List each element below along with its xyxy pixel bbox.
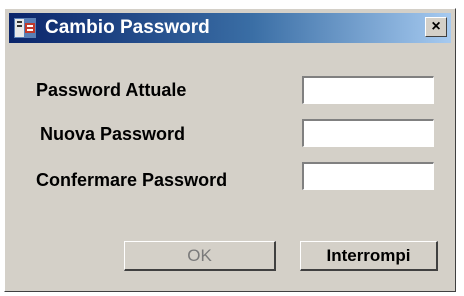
current-password-label: Password Attuale xyxy=(36,80,187,100)
confirm-password-label: Confermare Password xyxy=(36,170,228,190)
dialog-title: Cambio Password xyxy=(45,17,210,38)
new-password-field[interactable] xyxy=(302,119,434,147)
app-icon xyxy=(14,18,36,38)
confirm-password-field[interactable] xyxy=(302,162,434,190)
close-icon: × xyxy=(431,18,441,35)
cancel-button[interactable]: Interrompi xyxy=(300,241,438,271)
new-password-label: Nuova Password xyxy=(40,124,186,144)
current-password-field[interactable] xyxy=(302,76,434,104)
title-bar[interactable]: Cambio Password × xyxy=(9,13,451,43)
ok-button[interactable]: OK xyxy=(124,241,276,271)
close-button[interactable]: × xyxy=(425,17,447,37)
password-change-dialog: Cambio Password × Password Attuale Nuova… xyxy=(4,8,456,292)
